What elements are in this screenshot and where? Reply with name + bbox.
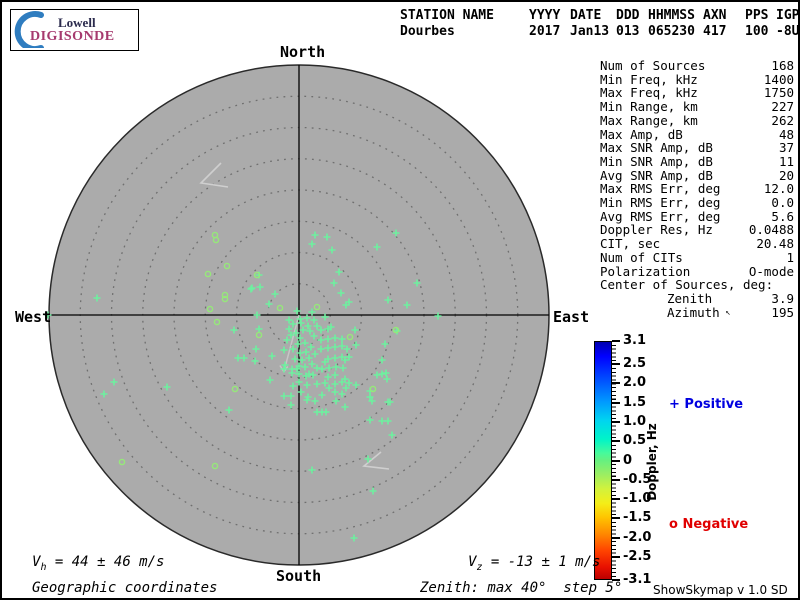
- stat-row: Num of Sources 168: [600, 59, 794, 73]
- stat-row: Azimuth ↖ 195: [600, 304, 794, 321]
- stat-row: Num of CITs 1: [600, 251, 794, 265]
- positive-legend-label: + Positive: [669, 397, 744, 412]
- stat-value: 3.9: [771, 290, 794, 306]
- stat-row: Max RMS Err, deg 12.0: [600, 182, 794, 196]
- colorbar-tick-label: 1.0: [623, 414, 647, 430]
- stat-value: 0.0: [771, 195, 794, 211]
- negative-legend-label: o Negative: [669, 517, 749, 532]
- colorbar-tick-label: 0: [623, 452, 633, 468]
- stat-label: Azimuth ↖: [667, 304, 731, 320]
- colorbar-tick-label: -2.0: [623, 529, 652, 545]
- stat-label: Max Freq, kHz: [600, 85, 698, 101]
- statistics-panel: Num of Sources 168 Min Freq, kHz 1400 Max Fr…: [600, 59, 794, 320]
- stat-value: 12.0: [763, 181, 794, 197]
- colorbar-major-tick: [612, 363, 620, 366]
- stat-value: 48: [778, 126, 794, 142]
- colorbar-major-tick: [612, 459, 620, 462]
- stat-label: CIT, sec: [600, 236, 661, 252]
- colorbar-axis-title: Doppler, Hz: [645, 423, 659, 501]
- stat-label: Min Freq, kHz: [600, 71, 698, 87]
- stat-value: O-mode: [748, 263, 794, 279]
- doppler-colorbar: [594, 341, 612, 580]
- stat-row: Max Amp, dB 48: [600, 126, 794, 142]
- compass-west-label: West: [15, 308, 52, 326]
- stat-row: Min RMS Err, deg 0.0: [600, 196, 794, 210]
- azimuth-arrow-icon: ↖: [719, 307, 731, 318]
- colorbar-major-tick: [612, 440, 620, 443]
- stat-label: Polarization: [600, 263, 691, 279]
- zenith-range-note: Zenith: max 40° step 5°: [420, 580, 623, 596]
- colorbar-major-tick: [612, 536, 620, 539]
- compass-east-label: East: [553, 308, 590, 326]
- compass-north-label: North: [280, 43, 326, 61]
- stat-label: Avg SNR Amp, dB: [600, 167, 713, 183]
- stat-row: Min Freq, kHz 1400: [600, 71, 794, 87]
- stat-label: Num of CITs: [600, 249, 683, 265]
- stat-row: Min SNR Amp, dB 11: [600, 155, 794, 169]
- stat-label: Min Range, km: [600, 99, 698, 115]
- stat-row: Max SNR Amp, dB 37: [600, 141, 794, 155]
- colorbar-major-tick: [612, 340, 620, 342]
- stat-row: Zenith 3.9: [600, 292, 794, 306]
- stat-value: 227: [771, 99, 794, 115]
- stat-value: 262: [771, 112, 794, 128]
- colorbar-tick-label: 2.0: [623, 375, 647, 391]
- stat-label: Max RMS Err, deg: [600, 181, 721, 197]
- stat-value: 37: [778, 140, 794, 156]
- stat-value: 1400: [763, 71, 794, 87]
- stat-value: 20.48: [756, 236, 794, 252]
- stat-value: 168: [771, 58, 794, 73]
- colorbar-major-tick: [612, 555, 620, 558]
- stat-row: Max Freq, kHz 1750: [600, 86, 794, 100]
- stat-value: 1750: [763, 85, 794, 101]
- colorbar-major-tick: [612, 382, 620, 385]
- stat-value: 195: [771, 304, 794, 320]
- coordinate-system-label: Geographic coordinates: [32, 580, 218, 596]
- colorbar-tick-label: 2.5: [623, 356, 647, 372]
- stat-label: Min SNR Amp, dB: [600, 153, 713, 169]
- colorbar-tick-label: 0.5: [623, 433, 647, 449]
- stat-label: Center of Sources, deg:: [600, 277, 774, 293]
- colorbar-tick-label: 3.1: [623, 333, 647, 349]
- app-version-label: ShowSkymap v 1.0 SD v 5.1: [653, 583, 788, 598]
- stat-row: Min Range, km 227: [600, 100, 794, 114]
- stat-row: Avg SNR Amp, dB 20: [600, 167, 794, 183]
- stat-row: Doppler Res, Hz 0.0488: [600, 223, 794, 237]
- stat-row: Center of Sources, deg:: [600, 278, 794, 292]
- colorbar-tick-label: -2.5: [623, 549, 652, 565]
- colorbar-major-tick: [612, 498, 620, 501]
- stat-value: 1: [786, 249, 794, 265]
- colorbar-tick-label: -3.1: [623, 572, 652, 588]
- stat-label: Min RMS Err, deg: [600, 195, 721, 211]
- stat-value: 5.6: [771, 208, 794, 224]
- colorbar-tick-label: 1.5: [623, 394, 647, 410]
- stat-value: 20: [778, 167, 794, 183]
- stat-value: 0.0488: [748, 222, 794, 238]
- stat-label: Num of Sources: [600, 58, 706, 73]
- compass-south-label: South: [276, 567, 322, 585]
- stat-label: Doppler Res, Hz: [600, 222, 713, 238]
- stat-row: CIT, sec 20.48: [600, 237, 794, 251]
- colorbar-major-tick: [612, 478, 620, 481]
- stat-row: Avg RMS Err, deg 5.6: [600, 210, 794, 224]
- stat-label: Avg RMS Err, deg: [600, 208, 721, 224]
- stat-row: Max Range, km 262: [600, 114, 794, 128]
- stat-label: Zenith: [667, 290, 713, 306]
- stat-label: Max Range, km: [600, 112, 698, 128]
- stat-label: Max SNR Amp, dB: [600, 140, 713, 156]
- colorbar-major-tick: [612, 420, 620, 423]
- stat-value: 11: [778, 153, 794, 169]
- stat-label: Max Amp, dB: [600, 126, 683, 142]
- colorbar-major-tick: [612, 401, 620, 404]
- colorbar-tick-label: -1.5: [623, 510, 652, 526]
- stat-row: Polarization O-mode: [600, 263, 794, 279]
- vertical-velocity-readout: Vz = -13 ± 1 m/s: [468, 554, 601, 573]
- horizontal-velocity-readout: Vh = 44 ± 46 m/s: [32, 554, 165, 573]
- colorbar-major-tick: [612, 517, 620, 520]
- showskymap-window: Lowell DIGISONDE STATION NAME YYYY DATE DDD…: [0, 0, 800, 600]
